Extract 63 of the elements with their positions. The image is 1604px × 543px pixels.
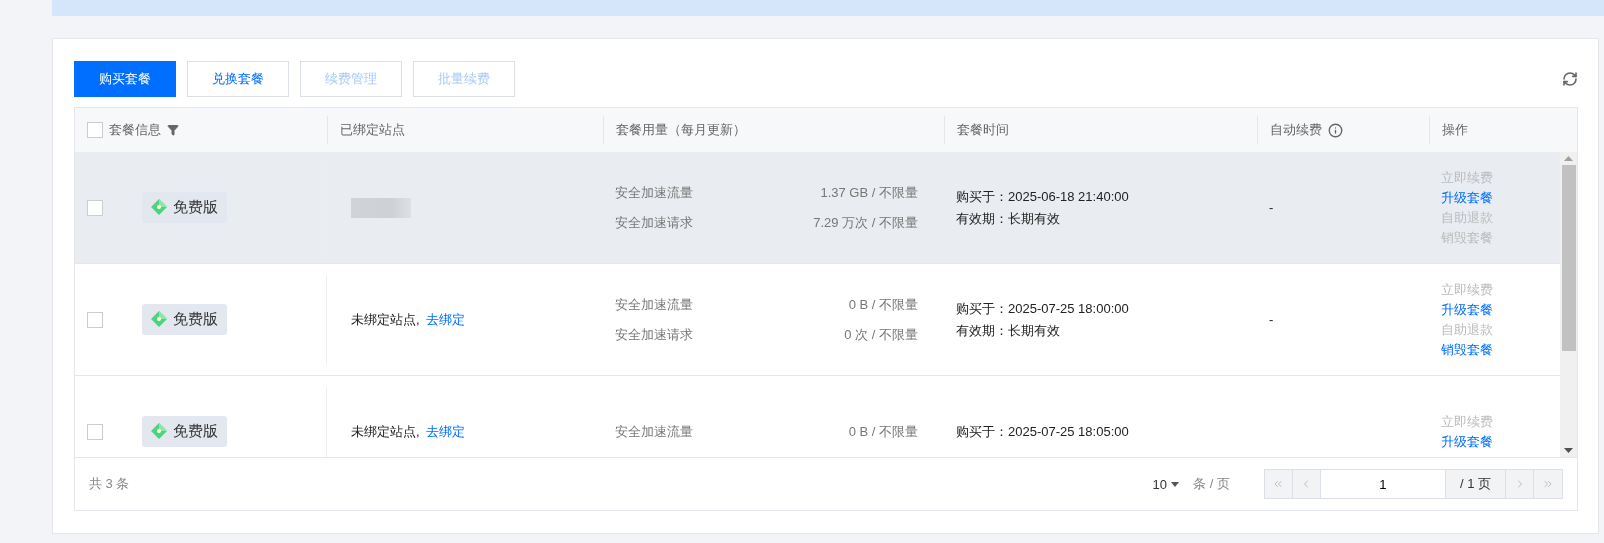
next-page-button[interactable] bbox=[1506, 470, 1534, 498]
usage-value: 1.37 GB / 不限量 bbox=[820, 183, 918, 202]
pagination[interactable]: 1 / 1 页 bbox=[1263, 469, 1563, 499]
refresh-icon[interactable] bbox=[1562, 71, 1578, 87]
plan-badge: 免费版 bbox=[142, 416, 227, 447]
auto-renew-value: - bbox=[1269, 200, 1275, 215]
toolbar-button[interactable]: 兑换套餐 bbox=[187, 61, 289, 97]
blurred-site-placeholder bbox=[351, 197, 411, 218]
scroll-up-icon[interactable] bbox=[1564, 156, 1573, 161]
diamond-icon bbox=[151, 311, 167, 328]
action-link[interactable]: 销毁套餐 bbox=[1441, 342, 1493, 357]
validity-text: 有效期：长期有效 bbox=[956, 321, 1061, 340]
page-size-unit: 条 / 页 bbox=[1193, 475, 1230, 493]
plan-badge: 免费版 bbox=[142, 304, 227, 335]
auto-renew-value: - bbox=[1269, 312, 1275, 327]
validity-text: 有效期：长期有效 bbox=[956, 209, 1061, 228]
usage-value: 7.29 万次 / 不限量 bbox=[813, 213, 918, 232]
purchase-time: 购买于：2025-07-25 18:05:00 bbox=[956, 422, 1130, 441]
action-link[interactable]: 升级套餐 bbox=[1441, 302, 1493, 317]
row-checkbox[interactable] bbox=[87, 199, 103, 216]
scrollbar-thumb[interactable] bbox=[1561, 165, 1576, 351]
column-header: 套餐信息 bbox=[109, 121, 161, 139]
usage-value: 0 B / 不限量 bbox=[848, 422, 918, 441]
usage-value: 0 B / 不限量 bbox=[848, 295, 918, 314]
unbound-site-text: 未绑定站点, bbox=[351, 422, 420, 441]
usage-label: 安全加速请求 bbox=[615, 325, 693, 344]
page-total: / 1 页 bbox=[1445, 470, 1506, 498]
buy-button[interactable]: 购买套餐 bbox=[74, 61, 176, 97]
row-checkbox[interactable] bbox=[87, 311, 103, 328]
usage-value: 0 次 / 不限量 bbox=[844, 325, 918, 344]
total-count: 共 3 条 bbox=[89, 475, 130, 493]
page-size-select[interactable]: 10 bbox=[1146, 475, 1186, 493]
usage-label: 安全加速请求 bbox=[615, 213, 693, 232]
column-header: 已绑定站点 bbox=[340, 121, 405, 139]
last-page-icon bbox=[1542, 478, 1554, 490]
column-header: 套餐用量（每月更新） bbox=[616, 121, 746, 139]
bind-link[interactable]: 去绑定 bbox=[425, 310, 465, 329]
plan-badge: 免费版 bbox=[142, 192, 227, 223]
scroll-down-icon[interactable] bbox=[1564, 448, 1573, 453]
scrollbar[interactable] bbox=[1560, 152, 1577, 457]
usage-label: 安全加速流量 bbox=[615, 183, 693, 202]
column-header: 自动续费 bbox=[1270, 121, 1322, 139]
row-checkbox[interactable] bbox=[87, 423, 103, 440]
purchase-time: 购买于：2025-07-25 18:00:00 bbox=[956, 299, 1130, 318]
prev-page-button[interactable] bbox=[1292, 470, 1321, 498]
action-link[interactable]: 升级套餐 bbox=[1441, 190, 1493, 205]
unbound-site-text: 未绑定站点, bbox=[351, 310, 420, 329]
first-page-button[interactable] bbox=[1264, 470, 1293, 498]
column-header: 操作 bbox=[1442, 121, 1468, 139]
filter-icon[interactable] bbox=[167, 124, 179, 136]
column-header: 套餐时间 bbox=[957, 121, 1009, 139]
bind-link[interactable]: 去绑定 bbox=[425, 422, 465, 441]
diamond-icon bbox=[151, 423, 167, 440]
info-icon[interactable] bbox=[1328, 122, 1343, 138]
action-link[interactable]: 升级套餐 bbox=[1441, 434, 1493, 449]
caret-icon bbox=[1171, 481, 1180, 487]
purchase-time: 购买于：2025-06-18 21:40:00 bbox=[956, 187, 1130, 206]
usage-label: 安全加速流量 bbox=[615, 422, 693, 441]
select-all-checkbox[interactable] bbox=[87, 122, 103, 138]
last-page-button[interactable] bbox=[1534, 470, 1562, 498]
diamond-icon bbox=[151, 199, 167, 216]
first-page-icon bbox=[1272, 478, 1285, 490]
usage-label: 安全加速流量 bbox=[615, 295, 693, 314]
